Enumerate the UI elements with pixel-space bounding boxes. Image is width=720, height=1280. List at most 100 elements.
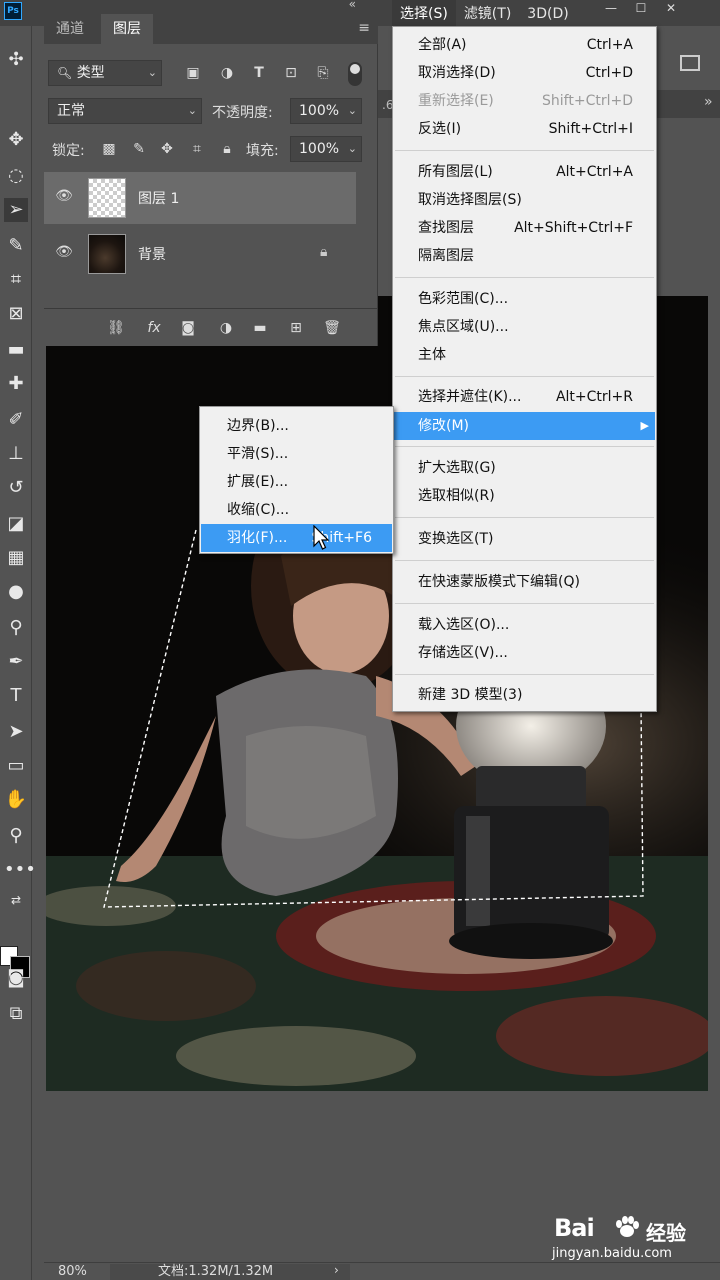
menu-item-load-selection[interactable]: 载入选区(O)... <box>394 611 655 639</box>
screen-mode-icon[interactable]: ⧉ <box>4 1002 28 1026</box>
folder-icon[interactable]: ▬ <box>250 318 270 338</box>
adjustment-icon[interactable]: ◑ <box>216 318 236 338</box>
panel-menu-icon[interactable]: ≡ <box>358 20 370 36</box>
crop-tool-icon[interactable]: ⌗ <box>4 268 28 292</box>
menu-item-modify[interactable]: 修改(M) ▶ <box>394 412 655 440</box>
menu-item-select-all[interactable]: 全部(A) Ctrl+A <box>394 31 655 59</box>
zoom-tool-icon[interactable]: ⚲ <box>4 824 28 848</box>
trash-icon[interactable]: 🗑︎ <box>322 318 342 338</box>
menu-item-subject[interactable]: 主体 <box>394 341 655 369</box>
more-tools-icon[interactable]: ••• <box>4 858 36 882</box>
tab-layers[interactable]: 图层 <box>101 14 153 44</box>
menu-item-expand[interactable]: 扩展(E)... <box>201 468 392 496</box>
mouse-cursor-icon <box>313 525 329 550</box>
menu-item-border[interactable]: 边界(B)... <box>201 412 392 440</box>
zoom-level[interactable]: 80% <box>50 1264 102 1280</box>
menu-item-grow[interactable]: 扩大选取(G) <box>394 454 655 482</box>
menu-item-contract[interactable]: 收缩(C)... <box>201 496 392 524</box>
type-filter-icon[interactable]: T <box>250 64 268 82</box>
lock-label: 锁定: <box>52 143 85 159</box>
menu-item-similar[interactable]: 选取相似(R) <box>394 482 655 510</box>
blur-tool-icon[interactable]: ● <box>4 580 28 604</box>
panel-collapse-bar[interactable]: « <box>44 0 378 14</box>
menu-item-smooth[interactable]: 平滑(S)... <box>201 440 392 468</box>
mask-icon[interactable]: ◙ <box>178 318 198 338</box>
lock-position-icon[interactable]: ✥ <box>158 140 176 158</box>
menu-item-find-layers[interactable]: 查找图层 Alt+Shift+Ctrl+F <box>394 214 655 242</box>
pen-tool-icon[interactable]: ✒ <box>4 650 28 674</box>
filter-toggle[interactable] <box>348 62 362 86</box>
tabs-overflow-icon[interactable]: » <box>704 94 713 110</box>
menu-item-color-range[interactable]: 色彩范围(C)... <box>394 285 655 313</box>
lock-artboard-icon[interactable]: ⌗ <box>188 140 206 158</box>
menu-3d[interactable]: 3D(D) <box>519 0 576 26</box>
quick-mask-icon[interactable]: ◙ <box>4 966 28 990</box>
new-layer-icon[interactable]: ⊞ <box>286 318 306 338</box>
path-select-icon[interactable]: ➤ <box>4 720 28 744</box>
polygonal-lasso-icon[interactable]: ➢ <box>4 198 28 222</box>
quick-select-icon[interactable]: ✎ <box>4 234 28 258</box>
rectangle-tool-icon[interactable]: ▭ <box>4 754 28 778</box>
menu-item-save-selection[interactable]: 存储选区(V)... <box>394 639 655 667</box>
eye-icon[interactable]: 👁︎ <box>54 244 74 264</box>
adjustment-filter-icon[interactable]: ◑ <box>218 64 236 82</box>
link-icon[interactable]: ⛓ <box>106 318 126 338</box>
hand-tool-icon[interactable]: ✋ <box>4 788 28 812</box>
menu-separator <box>395 517 654 518</box>
dodge-tool-icon[interactable]: ⚲ <box>4 616 28 640</box>
history-brush-icon[interactable]: ↺ <box>4 476 28 500</box>
menu-separator <box>395 277 654 278</box>
menu-item-inverse[interactable]: 反选(I) Shift+Ctrl+I <box>394 115 655 143</box>
gradient-icon[interactable]: ▦ <box>4 546 28 570</box>
tab-channels[interactable]: 通道 <box>44 14 96 44</box>
type-tool-icon[interactable]: T <box>4 684 28 708</box>
eye-icon[interactable]: 👁︎ <box>54 188 74 208</box>
maximize-button[interactable]: ☐ <box>626 0 656 18</box>
minimize-button[interactable]: — <box>596 0 626 18</box>
layer-row[interactable]: 👁︎ 图层 1 <box>44 172 356 224</box>
healing-brush-icon[interactable]: ✚ <box>4 372 28 396</box>
lock-pixels-icon[interactable]: ✎ <box>130 140 148 158</box>
stamp-tool-icon[interactable]: ⊥ <box>4 442 28 466</box>
menu-item-quick-mask[interactable]: 在快速蒙版模式下编辑(Q) <box>394 568 655 596</box>
menu-item-new-3d-model[interactable]: 新建 3D 模型(3) <box>394 681 655 709</box>
smart-object-filter-icon[interactable]: ⎘ <box>314 64 332 82</box>
menu-filter[interactable]: 滤镜(T) <box>456 0 519 26</box>
fill-field[interactable]: 100% ⌄ <box>290 136 362 162</box>
fx-icon[interactable]: fx <box>144 318 164 338</box>
document-info[interactable]: 文档:1.32M/1.32M <box>110 1264 350 1280</box>
eraser-icon[interactable]: ◪ <box>4 512 28 536</box>
artboard-icon[interactable]: ✣ <box>4 48 28 72</box>
workspace-icon[interactable] <box>680 55 700 71</box>
opacity-label: 不透明度: <box>212 105 273 121</box>
status-menu-icon[interactable]: › <box>334 1263 339 1277</box>
menu-item-transform-selection[interactable]: 变换选区(T) <box>394 525 655 553</box>
pixel-filter-icon[interactable]: ▣ <box>184 64 202 82</box>
ruler-icon[interactable]: ▬ <box>4 338 28 362</box>
layer-row[interactable]: 👁︎ 背景 🔒︎ <box>44 228 356 280</box>
move-tool-icon[interactable]: ✥ <box>4 128 28 152</box>
menu-separator <box>395 150 654 151</box>
menu-item-select-and-mask[interactable]: 选择并遮住(K)... Alt+Ctrl+R <box>394 383 655 411</box>
menu-item-isolate-layers[interactable]: 隔离图层 <box>394 242 655 270</box>
shape-filter-icon[interactable]: ⊡ <box>282 64 300 82</box>
blend-mode-dropdown[interactable]: 正常 ⌄ <box>48 98 202 124</box>
layer-filter-dropdown[interactable]: 🔍︎ 类型 ⌄ <box>48 60 162 86</box>
menu-item-deselect[interactable]: 取消选择(D) Ctrl+D <box>394 59 655 87</box>
menu-item-all-layers[interactable]: 所有图层(L) Alt+Ctrl+A <box>394 158 655 186</box>
menu-item-feather[interactable]: 羽化(F)... Shift+F6 <box>201 524 392 552</box>
menu-item-focus-area[interactable]: 焦点区域(U)... <box>394 313 655 341</box>
menu-select[interactable]: 选择(S) <box>392 0 456 26</box>
opacity-field[interactable]: 100% ⌄ <box>290 98 362 124</box>
frame-tool-icon[interactable]: ⊠ <box>4 302 28 326</box>
swap-colors-icon[interactable]: ⇄ <box>4 888 28 912</box>
marquee-tool-icon[interactable]: ◌ <box>4 164 28 188</box>
lock-all-icon[interactable]: 🔒︎ <box>218 140 236 158</box>
select-menu: 全部(A) Ctrl+A 取消选择(D) Ctrl+D 重新选择(E) Shift+C… <box>392 26 657 712</box>
close-button[interactable]: ✕ <box>656 0 686 18</box>
collapse-icon[interactable]: « <box>349 0 356 11</box>
lock-transparent-icon[interactable]: ▩ <box>100 140 118 158</box>
menu-item-deselect-layers[interactable]: 取消选择图层(S) <box>394 186 655 214</box>
brush-tool-icon[interactable]: ✐ <box>4 408 28 432</box>
layer-name: 图层 1 <box>138 191 180 207</box>
